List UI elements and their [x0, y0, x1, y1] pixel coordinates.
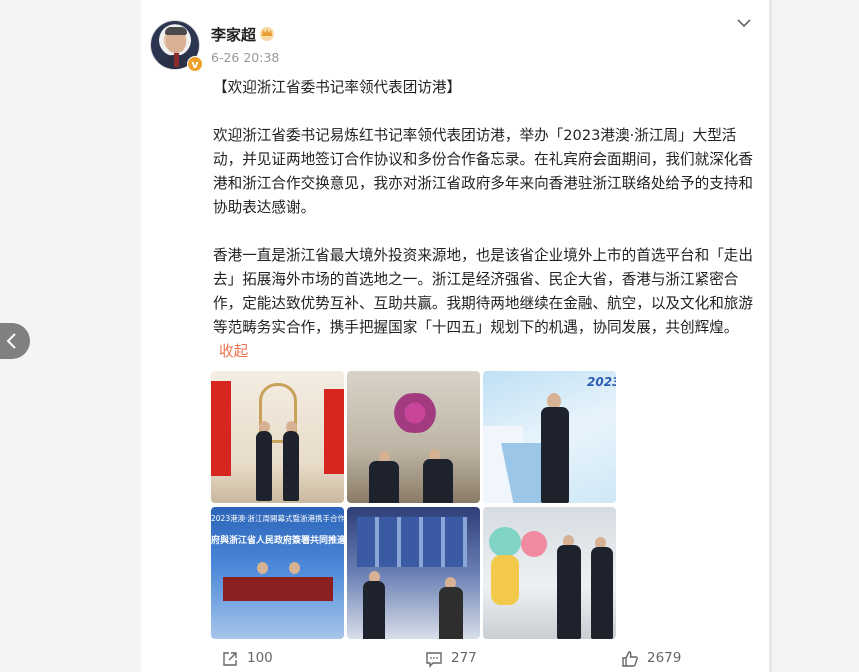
crown-icon [260, 27, 274, 41]
comment-count: 277 [451, 650, 477, 666]
paragraph-2-text: 香港一直是浙江省最大境外投资来源地，也是该省企业境外上市的首选平台和「走出去」拓… [213, 247, 753, 336]
share-icon [223, 652, 237, 666]
post-title: 【欢迎浙江省委书记率领代表团访港】 [213, 79, 462, 96]
photo-3[interactable]: 2023 [483, 371, 616, 503]
collapse-link[interactable]: 收起 [219, 343, 248, 360]
more-chevron-icon[interactable] [735, 14, 753, 32]
author-name[interactable]: 李家超 [211, 24, 256, 45]
action-bar: 100 277 2679 [141, 642, 769, 672]
post-paragraph-1: 欢迎浙江省委书记易炼红书记率领代表团访港，举办「2023港澳·浙江周」大型活动，… [213, 127, 753, 216]
photo-1[interactable] [211, 371, 344, 503]
comment-icon [426, 652, 442, 668]
back-arrow-icon [6, 333, 16, 349]
photo-4-caption-1: 2023港澳·浙江周開幕式暨浙港携手合作 [211, 514, 344, 523]
post-paragraph-2: 香港一直是浙江省最大境外投资来源地，也是该省企业境外上市的首选平台和「走出去」拓… [213, 244, 753, 364]
photo-6[interactable] [483, 507, 616, 639]
repost-count: 100 [247, 650, 273, 666]
photo-grid: 2023 2023港澳·浙江周開幕式暨浙港携手合作 府與浙江省人民政府簽署共同推… [211, 371, 617, 639]
like-icon [622, 651, 638, 667]
verified-badge: v [187, 56, 203, 72]
page-divider [769, 0, 772, 672]
post-timestamp[interactable]: 6-26 20:38 [211, 50, 279, 65]
like-count: 2679 [647, 650, 682, 666]
back-button[interactable] [0, 323, 30, 359]
photo-5[interactable] [347, 507, 480, 639]
photo-2[interactable] [347, 371, 480, 503]
photo-4[interactable]: 2023港澳·浙江周開幕式暨浙港携手合作 府與浙江省人民政府簽署共同推進 [211, 507, 344, 639]
weibo-post-card: v 李家超 6-26 20:38 【欢迎浙江省委书记率领代表团访港】 欢迎浙江省… [141, 0, 769, 672]
photo-3-year: 2023 [587, 375, 616, 389]
photo-4-caption-2: 府與浙江省人民政府簽署共同推進 [211, 536, 344, 546]
